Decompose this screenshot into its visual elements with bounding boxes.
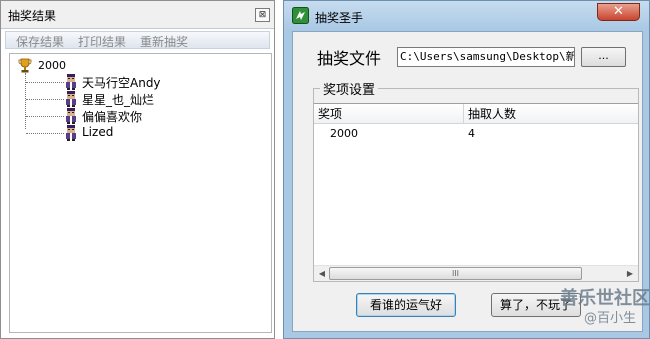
results-menubar: 保存结果 打印结果 重新抽奖 <box>5 31 270 49</box>
scroll-right-icon[interactable]: ▶ <box>623 267 637 281</box>
tree-child-label: 星星_也_灿烂 <box>82 93 155 107</box>
file-path-field[interactable]: C:\Users\samsung\Desktop\新建 <box>397 47 575 67</box>
cell-count: 4 <box>468 127 475 140</box>
results-window: 抽奖结果 ⊠ 保存结果 打印结果 重新抽奖 2000 天马行空Andy 星星_也… <box>0 0 275 339</box>
lottery-close-button[interactable]: ✕ <box>597 3 640 21</box>
draw-button[interactable]: 看谁的运气好 <box>356 293 456 317</box>
cell-prize: 2000 <box>330 127 358 140</box>
horizontal-scrollbar[interactable]: ◀ III ▶ <box>314 265 638 281</box>
file-label: 抽奖文件 <box>317 49 382 68</box>
tree-branch-line <box>26 133 64 134</box>
lottery-app-icon <box>292 7 309 24</box>
prize-settings-group: 奖项设置 奖项 抽取人数 2000 4 ◀ III ▶ <box>313 79 639 282</box>
tree-branch-line <box>26 82 64 83</box>
column-header-prize[interactable]: 奖项 <box>314 104 464 124</box>
user-icon <box>66 91 76 107</box>
watermark-subtext: @百小生 <box>584 311 637 326</box>
menu-redraw[interactable]: 重新抽奖 <box>140 33 188 50</box>
prize-list[interactable]: 奖项 抽取人数 2000 4 ◀ III ▶ <box>314 103 638 281</box>
user-icon <box>66 108 76 124</box>
column-header-count[interactable]: 抽取人数 <box>464 104 638 124</box>
results-close-button[interactable]: ⊠ <box>255 8 270 22</box>
scroll-left-icon[interactable]: ◀ <box>315 267 329 281</box>
table-row[interactable]: 2000 4 <box>314 126 638 142</box>
tree-branch-line <box>26 116 64 117</box>
results-window-title: 抽奖结果 <box>8 9 57 23</box>
tree-child-label: Lized <box>82 125 114 139</box>
prize-settings-label: 奖项设置 <box>320 79 379 98</box>
tree-branch-line <box>26 99 64 100</box>
tree-child-label: 偏偏喜欢你 <box>82 110 143 124</box>
tree-root-label: 2000 <box>38 59 66 72</box>
results-tree: 2000 天马行空Andy 星星_也_灿烂 偏偏喜欢你 Lized <box>9 53 272 333</box>
menu-print-results[interactable]: 打印结果 <box>78 33 126 50</box>
menu-save-results[interactable]: 保存结果 <box>16 33 64 50</box>
browse-button[interactable]: ... <box>581 47 626 67</box>
tree-child-label: 天马行空Andy <box>82 76 161 90</box>
trophy-icon <box>18 58 32 73</box>
results-titlebar[interactable]: 抽奖结果 ⊠ <box>1 1 274 29</box>
user-icon <box>66 74 76 90</box>
user-icon <box>66 125 76 141</box>
lottery-titlebar[interactable]: 抽奖圣手 ✕ <box>284 1 649 31</box>
prize-list-header: 奖项 抽取人数 <box>314 104 638 124</box>
lottery-window-title: 抽奖圣手 <box>315 11 364 25</box>
scroll-thumb[interactable]: III <box>329 267 582 280</box>
